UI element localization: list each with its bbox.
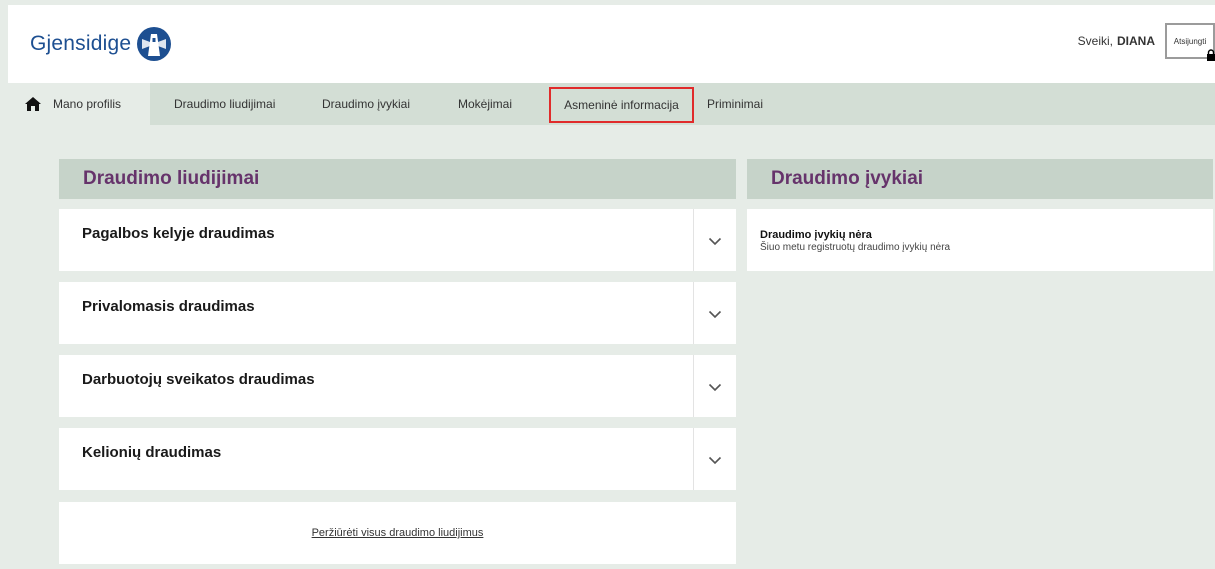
policy-item[interactable]: Kelionių draudimas	[59, 428, 736, 490]
nav-item-draudimo-ivykiai[interactable]: Draudimo įvykiai	[322, 83, 410, 125]
divider	[693, 355, 694, 417]
divider	[693, 209, 694, 271]
main-nav: Mano profilis Draudimo liudijimai Draudi…	[8, 83, 1215, 125]
nav-label: Mano profilis	[53, 97, 122, 111]
policy-title: Kelionių draudimas	[82, 444, 222, 461]
nav-item-draudimo-liudijimai[interactable]: Draudimo liudijimai	[174, 83, 275, 125]
logout-label: Atsijungti	[1173, 36, 1207, 46]
policies-card-title: Draudimo liudijimai	[59, 159, 736, 199]
chevron-down-icon[interactable]	[708, 452, 722, 470]
logout-button[interactable]: Atsijungti	[1165, 23, 1215, 61]
policy-item[interactable]: Pagalbos kelyje draudimas	[59, 209, 736, 271]
lock-icon	[1206, 49, 1215, 63]
greeting-text: Sveiki,	[1077, 34, 1113, 48]
events-empty-title: Draudimo įvykių nėra	[760, 229, 872, 241]
policy-title: Darbuotojų sveikatos draudimas	[82, 371, 315, 388]
events-empty-text: Šiuo metu registruotų draudimo įvykių nė…	[760, 242, 951, 253]
chevron-down-icon[interactable]	[708, 306, 722, 324]
logo[interactable]: Gjensidige	[30, 27, 172, 61]
nav-label: Priminimai	[707, 97, 764, 111]
nav-label: Draudimo liudijimai	[174, 97, 276, 111]
nav-item-mano-profilis[interactable]: Mano profilis	[8, 83, 150, 125]
divider	[693, 282, 694, 344]
nav-item-asmenine-informacija[interactable]: Asmeninė informacija	[549, 87, 694, 123]
site-header: Gjensidige Sveiki, DIANA Atsijungti	[8, 5, 1215, 83]
divider	[693, 428, 694, 490]
nav-item-mokejimai[interactable]: Mokėjimai	[458, 83, 512, 125]
nav-item-priminimai[interactable]: Priminimai	[707, 83, 763, 125]
home-icon	[24, 96, 42, 112]
policy-item[interactable]: Darbuotojų sveikatos draudimas	[59, 355, 736, 417]
policy-title: Pagalbos kelyje draudimas	[82, 225, 275, 242]
view-all-policies-link[interactable]: Peržiūrėti visus draudimo liudijimus	[312, 527, 484, 539]
logo-text: Gjensidige	[30, 32, 132, 55]
user-name: DIANA	[1117, 34, 1155, 48]
chevron-down-icon[interactable]	[708, 379, 722, 397]
nav-label: Asmeninė informacija	[564, 98, 679, 112]
view-all-container: Peržiūrėti visus draudimo liudijimus	[59, 502, 736, 564]
events-panel: Draudimo įvykių nėra Šiuo metu registruo…	[747, 209, 1213, 271]
policy-item[interactable]: Privalomasis draudimas	[59, 282, 736, 344]
chevron-down-icon[interactable]	[708, 233, 722, 251]
greeting: Sveiki, DIANA	[1078, 34, 1155, 48]
lighthouse-logo-icon	[137, 27, 172, 61]
events-card-title: Draudimo įvykiai	[747, 159, 1213, 199]
nav-label: Draudimo įvykiai	[322, 97, 411, 111]
nav-label: Mokėjimai	[458, 97, 513, 111]
policy-title: Privalomasis draudimas	[82, 298, 255, 315]
user-area: Sveiki, DIANA Atsijungti	[1078, 23, 1215, 61]
